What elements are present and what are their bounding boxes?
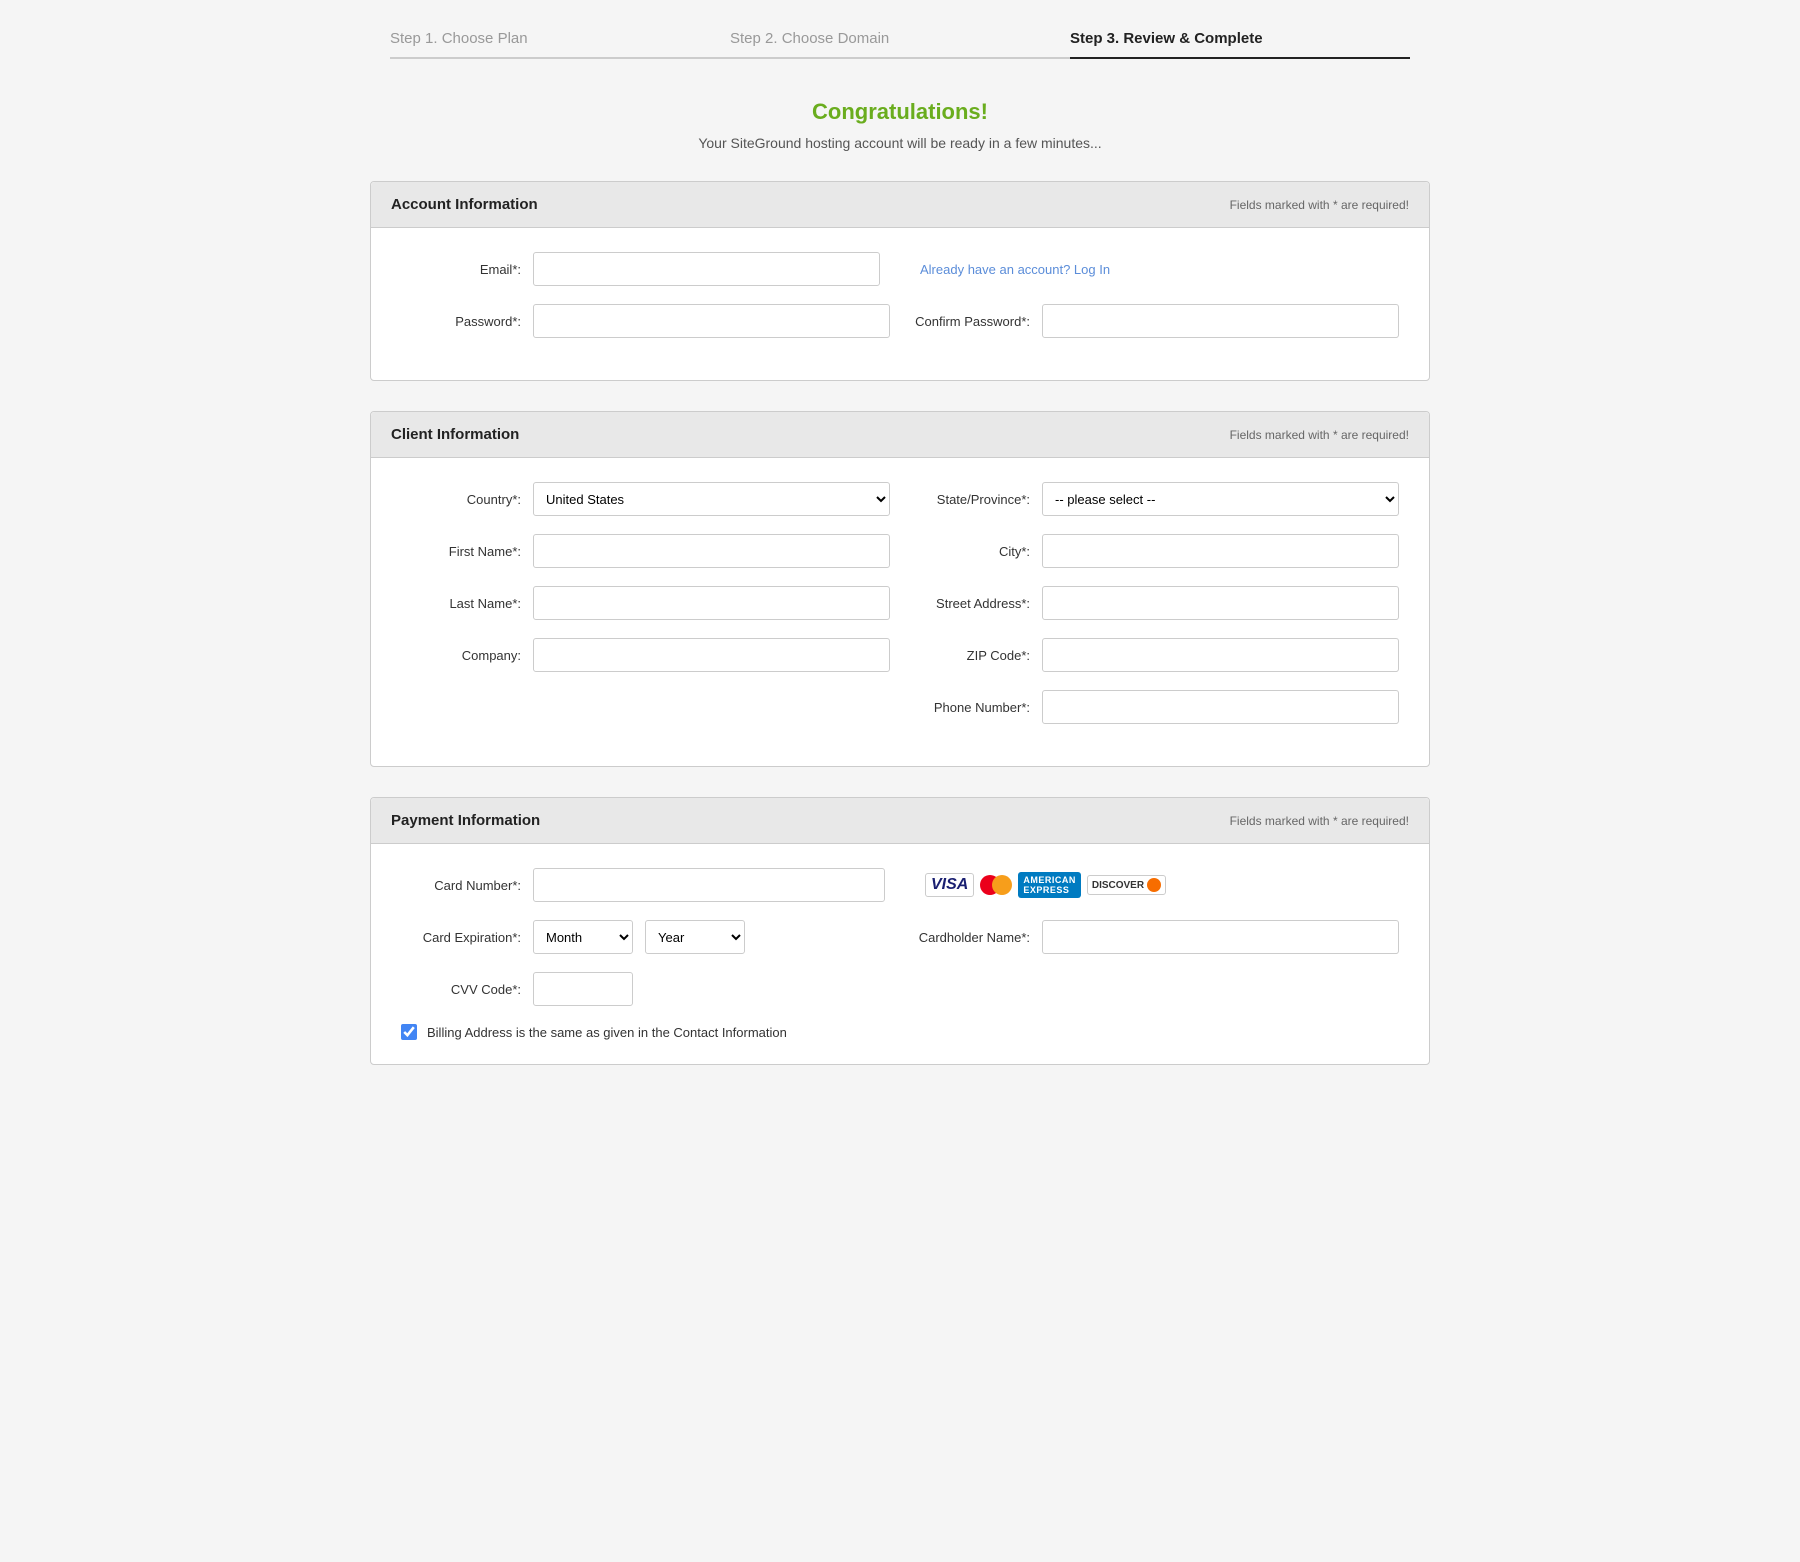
cvv-col: CVV Code*: [401,972,890,1006]
cvv-label: CVV Code*: [401,982,521,997]
client-info-body: Country*: United States State/Province*:… [371,458,1429,766]
payment-info-body: Card Number*: VISA AMERICANEXPRESS DISCO… [371,844,1429,1064]
email-col: Email*: [401,252,880,286]
page-wrapper: Step 1. Choose Plan Step 2. Choose Domai… [350,0,1450,1155]
card-number-col: Card Number*: [401,868,885,902]
firstname-label: First Name*: [401,544,521,559]
country-select[interactable]: United States [533,482,890,516]
street-col: Street Address*: [910,586,1399,620]
year-select[interactable]: Year 2024 2025 2026 2027 2028 2029 2030 [645,920,745,954]
cardholder-label: Cardholder Name*: [910,930,1030,945]
step2-item[interactable]: Step 2. Choose Domain [730,30,1070,59]
card-number-label: Card Number*: [401,878,521,893]
password-col: Password*: [401,304,890,338]
congrats-subtitle: Your SiteGround hosting account will be … [370,135,1430,151]
street-input[interactable] [1042,586,1399,620]
payment-info-card: Payment Information Fields marked with *… [370,797,1430,1065]
city-input[interactable] [1042,534,1399,568]
password-row: Password*: Confirm Password*: [401,304,1399,338]
account-info-title: Account Information [391,196,538,213]
city-col: City*: [910,534,1399,568]
card-logos: VISA AMERICANEXPRESS DISCOVER [925,872,1166,898]
step1-label: Step 1. Choose Plan [390,30,528,47]
cardholder-input[interactable] [1042,920,1399,954]
company-col: Company: [401,638,890,672]
lastname-street-row: Last Name*: Street Address*: [401,586,1399,620]
payment-info-header: Payment Information Fields marked with *… [371,798,1429,844]
phone-label: Phone Number*: [910,700,1030,715]
country-col: Country*: United States [401,482,890,516]
steps-header: Step 1. Choose Plan Step 2. Choose Domai… [370,30,1430,59]
company-zip-row: Company: ZIP Code*: [401,638,1399,672]
payment-info-note: Fields marked with * are required! [1230,814,1409,828]
cvv-row: CVV Code*: [401,972,1399,1006]
phone-col: Phone Number*: [910,690,1399,724]
client-info-header: Client Information Fields marked with * … [371,412,1429,458]
lastname-input[interactable] [533,586,890,620]
state-select[interactable]: -- please select -- [1042,482,1399,516]
step2-label: Step 2. Choose Domain [730,30,889,47]
firstname-input[interactable] [533,534,890,568]
step3-label: Step 3. Review & Complete [1070,30,1263,47]
amex-icon: AMERICANEXPRESS [1018,872,1081,898]
congrats-section: Congratulations! Your SiteGround hosting… [370,99,1430,151]
account-info-note: Fields marked with * are required! [1230,198,1409,212]
email-label: Email*: [401,262,521,277]
company-label: Company: [401,648,521,663]
mastercard-icon [980,875,1012,895]
billing-checkbox-row: Billing Address is the same as given in … [401,1024,1399,1040]
confirm-password-input[interactable] [1042,304,1399,338]
phone-row: Phone Number*: [401,690,1399,724]
expiration-cardholder-row: Card Expiration*: Month January February… [401,920,1399,954]
city-label: City*: [910,544,1030,559]
login-link-col: Already have an account? Log In [900,262,1399,277]
lastname-col: Last Name*: [401,586,890,620]
cvv-input[interactable] [533,972,633,1006]
zip-col: ZIP Code*: [910,638,1399,672]
zip-label: ZIP Code*: [910,648,1030,663]
state-label: State/Province*: [910,492,1030,507]
company-input[interactable] [533,638,890,672]
billing-checkbox-label: Billing Address is the same as given in … [427,1025,787,1040]
billing-same-checkbox[interactable] [401,1024,417,1040]
email-input[interactable] [533,252,880,286]
client-info-note: Fields marked with * are required! [1230,428,1409,442]
card-number-input[interactable] [533,868,885,902]
street-label: Street Address*: [910,596,1030,611]
discover-icon: DISCOVER [1087,875,1166,895]
account-info-card: Account Information Fields marked with *… [370,181,1430,381]
zip-input[interactable] [1042,638,1399,672]
visa-icon: VISA [925,873,974,897]
cardholder-col: Cardholder Name*: [910,920,1399,954]
card-logos-col: VISA AMERICANEXPRESS DISCOVER [905,872,1399,898]
confirm-password-col: Confirm Password*: [910,304,1399,338]
confirm-password-label: Confirm Password*: [910,314,1030,329]
step1-item[interactable]: Step 1. Choose Plan [390,30,730,59]
payment-info-title: Payment Information [391,812,540,829]
client-info-card: Client Information Fields marked with * … [370,411,1430,767]
password-label: Password*: [401,314,521,329]
country-state-row: Country*: United States State/Province*:… [401,482,1399,516]
already-account-link[interactable]: Already have an account? Log In [920,262,1110,277]
month-select[interactable]: Month January February March April May J… [533,920,633,954]
lastname-label: Last Name*: [401,596,521,611]
expiration-col: Card Expiration*: Month January February… [401,920,890,954]
step3-item[interactable]: Step 3. Review & Complete [1070,30,1410,59]
firstname-city-row: First Name*: City*: [401,534,1399,568]
state-col: State/Province*: -- please select -- [910,482,1399,516]
email-row: Email*: Already have an account? Log In [401,252,1399,286]
password-input[interactable] [533,304,890,338]
card-expiration-label: Card Expiration*: [401,930,521,945]
country-label: Country*: [401,492,521,507]
client-info-title: Client Information [391,426,519,443]
congrats-title: Congratulations! [370,99,1430,125]
account-info-header: Account Information Fields marked with *… [371,182,1429,228]
phone-input[interactable] [1042,690,1399,724]
firstname-col: First Name*: [401,534,890,568]
card-number-row: Card Number*: VISA AMERICANEXPRESS DISCO… [401,868,1399,902]
account-info-body: Email*: Already have an account? Log In … [371,228,1429,380]
